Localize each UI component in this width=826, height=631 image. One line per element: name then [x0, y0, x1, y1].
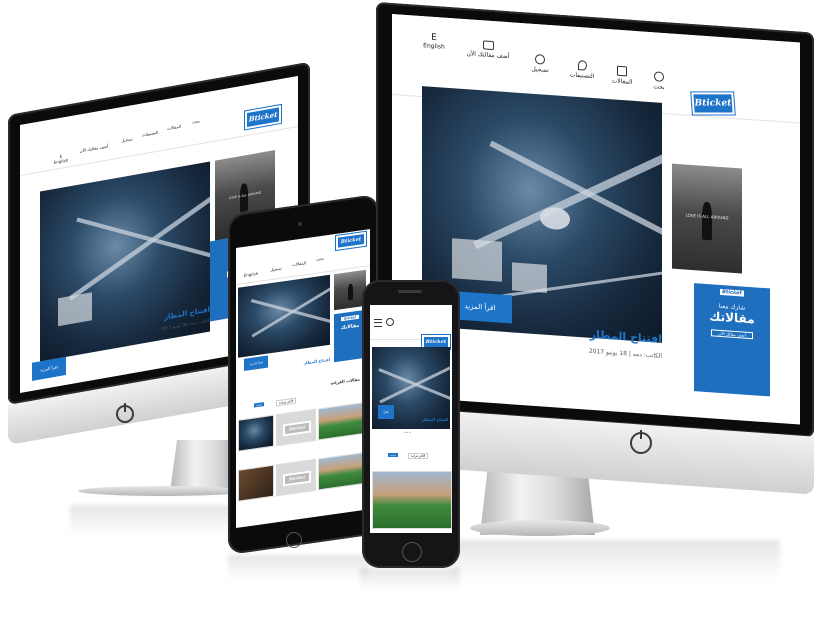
language-label: English: [243, 270, 259, 278]
section-title: مقالات القراءة: [330, 376, 360, 386]
nav-search[interactable]: بحث: [186, 117, 206, 126]
nav-articles-label: المقالات: [292, 260, 306, 268]
power-icon[interactable]: [630, 430, 652, 454]
runway-shape: [472, 152, 662, 250]
imac-large-foot: [470, 520, 610, 536]
article-thumb[interactable]: [372, 471, 452, 529]
nav-language[interactable]: English: [240, 270, 262, 278]
ad-logo: Bticket: [341, 314, 359, 322]
nav-language[interactable]: E English: [50, 152, 72, 166]
power-icon[interactable]: [116, 403, 134, 423]
nav-language[interactable]: E English: [414, 32, 454, 52]
tab-most-read[interactable]: الأكثر قراءة: [276, 397, 297, 407]
read-more-button[interactable]: اقرأ المزيد: [32, 356, 66, 381]
nav-categories[interactable]: التصنيفات: [138, 129, 162, 138]
hero-image[interactable]: [238, 274, 330, 358]
phone-speaker: [398, 290, 422, 293]
runway-shape: [250, 299, 330, 324]
article-thumb[interactable]: Bticket: [276, 458, 316, 497]
tab-most-read[interactable]: الأكثر قراءة: [408, 453, 429, 459]
article-thumb[interactable]: [318, 401, 368, 441]
ad-logo: Bticket: [720, 288, 744, 297]
nav-articles[interactable]: المقالات: [162, 123, 186, 132]
hero-title[interactable]: افتتاح المطار: [400, 417, 448, 422]
building-block: [512, 262, 547, 293]
tablet-camera: [298, 222, 302, 226]
search-icon: [654, 71, 664, 83]
search-icon[interactable]: [386, 318, 394, 326]
site-logo[interactable]: Bticket: [690, 91, 736, 116]
terminal-core: [540, 206, 570, 231]
read-more-button[interactable]: اقرأ المزيد: [244, 355, 268, 371]
thumb-logo: Bticket: [283, 420, 311, 437]
site-logo[interactable]: Bticket: [335, 230, 367, 252]
nav-search-label: بحث: [316, 255, 324, 262]
user-icon: [535, 53, 545, 65]
tab-new[interactable]: جديد: [254, 402, 264, 408]
site-header: Bticket: [370, 305, 452, 350]
article-thumb[interactable]: Bticket: [276, 408, 316, 447]
tabs: الأكثر قراءة جديد: [374, 453, 450, 461]
article-thumb[interactable]: [238, 414, 274, 452]
person-silhouette: [702, 201, 712, 241]
side-photo[interactable]: LOVE IS ALL AROUND: [672, 163, 742, 274]
building-block: [58, 292, 92, 327]
nav-articles[interactable]: المقالات: [602, 65, 642, 87]
nav-search[interactable]: بحث: [310, 255, 330, 263]
building-block: [452, 238, 502, 282]
ad-banner[interactable]: Bticket شارك معنا مقالاتك أضف مقالك الآن: [694, 283, 770, 397]
pencil-icon: [482, 40, 494, 51]
site-logo[interactable]: Bticket: [244, 103, 282, 131]
article-thumb[interactable]: [238, 464, 274, 502]
tablet-screen: Bticket بحث المقالات تسجيل English Btick…: [236, 229, 370, 528]
tab-new[interactable]: جديد: [388, 453, 398, 457]
nav-add-article[interactable]: أضف مقالتك الآن: [74, 142, 114, 154]
nav-search[interactable]: بحث: [642, 70, 676, 91]
location-pin-icon: [577, 59, 587, 71]
home-button[interactable]: [402, 542, 422, 562]
nav-login-label: تسجيل: [121, 136, 133, 144]
ad-button[interactable]: أضف مقالك الآن: [711, 329, 753, 340]
runway-shape: [76, 217, 210, 261]
read-more-button[interactable]: اقرأ المزيد: [378, 405, 394, 419]
phone-screen: Bticket اقرأ المزيد افتتاح المطار ••• ال…: [370, 305, 452, 533]
hero-meta: الكاتب: دمه | 18 يونيو 2017: [588, 347, 662, 360]
nav-login-label: تسجيل: [531, 65, 549, 74]
nav-categories-label: التصنيفات: [141, 129, 159, 138]
nav-search-label: بحث: [653, 83, 665, 92]
nav-add-article[interactable]: أضف مقالتك الآن: [458, 39, 518, 61]
language-label: English: [423, 42, 445, 51]
articles-icon: [617, 65, 627, 77]
nav-articles-label: المقالات: [611, 77, 633, 86]
carousel-dots[interactable]: •••: [404, 431, 424, 435]
home-button[interactable]: [286, 532, 302, 548]
nav-login[interactable]: تسجيل: [116, 135, 138, 144]
nav-articles[interactable]: المقالات: [288, 260, 310, 268]
hamburger-icon[interactable]: [374, 319, 382, 327]
nav-login[interactable]: تسجيل: [520, 53, 560, 75]
nav-login[interactable]: تسجيل: [264, 265, 288, 273]
imac-small-foot: [78, 486, 248, 496]
nav-categories[interactable]: التصنيفات: [562, 59, 602, 81]
thumb-logo: Bticket: [283, 470, 311, 487]
nav-add-article-label: أضف مقالتك الآن: [466, 50, 510, 61]
nav-add-article-label: أضف مقالتك الآن: [79, 143, 109, 154]
person-silhouette: [348, 283, 353, 301]
nav-search-label: بحث: [192, 118, 200, 125]
hero-title[interactable]: افتتاح المطار: [276, 357, 330, 370]
nav-categories-label: التصنيفات: [569, 71, 595, 81]
nav-login-label: تسجيل: [270, 265, 282, 273]
article-thumb[interactable]: [318, 451, 368, 491]
nav-articles-label: المقالات: [167, 123, 181, 132]
runway-shape: [68, 190, 210, 301]
